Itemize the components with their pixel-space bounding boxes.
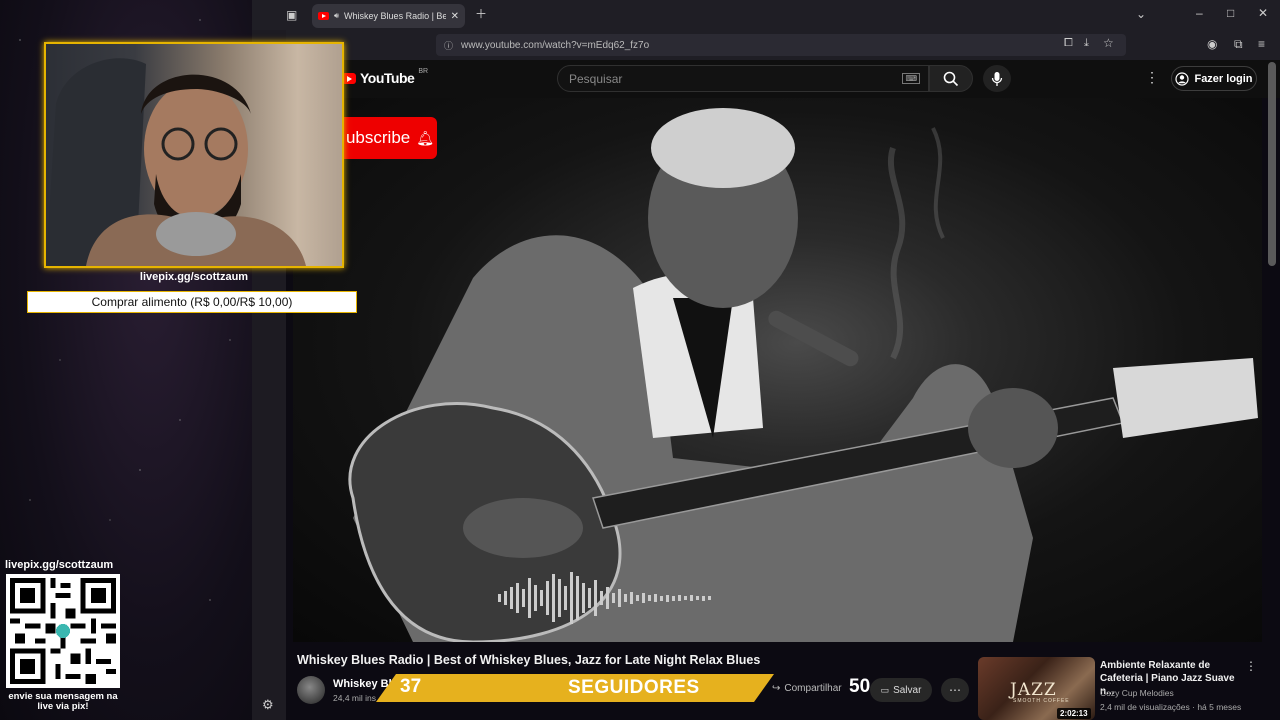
new-tab-icon[interactable]: ＋ [475,8,487,20]
save-playlist-icon: ▭ [880,684,890,695]
menu-icon[interactable]: ≡ [1258,38,1265,50]
video-frame-blues-guitarist [348,108,1258,642]
account-icon[interactable]: ◉ [1207,38,1217,50]
tab-close-icon[interactable]: ✕ [451,11,459,22]
share-arrow-icon: ↪ [772,683,781,694]
recommended-meta: 2,4 mil de visualizações · há 5 meses [1100,702,1242,712]
recommended-thumb-subtitle: SMOOTH COFFEE [1013,698,1070,704]
save-label: Salvar [893,684,922,696]
qr-message-line2: live via pix! [37,700,89,712]
recommended-thumb-title: JAZZ [1010,680,1057,700]
share-button[interactable]: ↪ Compartilhar [772,683,842,694]
bookmark-star-icon[interactable]: ☆ [1103,37,1114,49]
followers-goal: 50 [849,676,871,697]
youtube-play-logo-icon [342,72,356,84]
video-player[interactable] [293,98,1262,642]
recommended-more-icon[interactable]: ⋮ [1245,659,1257,673]
livepix-link-top: livepix.gg/scottzaum [139,271,249,283]
speaker-icon[interactable]: 🔊︎ [334,11,339,21]
keyboard-icon[interactable]: ⌨ [902,73,920,84]
followers-label: SEGUIDORES [568,677,700,698]
address-field[interactable]: ⓘ www.youtube.com/watch?v=mEdq62_fz7o ⧠ … [436,34,1126,56]
save-button[interactable]: ▭ Salvar [870,678,932,702]
minimize-window-icon[interactable]: – [1196,7,1203,19]
youtube-logo-text: YouTube [360,70,415,86]
extensions-icon[interactable]: ⧉ [1234,38,1243,50]
maximize-window-icon[interactable]: □ [1227,7,1234,19]
recommended-channel[interactable]: Cozy Cup Melodies [1100,688,1174,698]
qr-code-image [10,578,116,684]
channel-subscriber-count: 24,4 mil ins [333,693,376,703]
page-scrollbar[interactable] [1268,62,1276,266]
streamer-webcam [44,42,344,268]
search-icon [943,71,959,86]
country-code: BR [418,68,429,75]
voice-search-button[interactable] [983,65,1011,92]
browser-tab-active[interactable]: 🔊︎ Whiskey Blues Radio | Best ✕ [312,4,465,28]
search-placeholder: Pesquisar [569,71,623,86]
picture-in-picture-icon[interactable]: ⧠ [1064,38,1073,49]
settings-gear-icon[interactable]: ⚙ [262,697,274,713]
share-label: Compartilhar [784,683,842,694]
qr-message: envie sua mensagem na live via pix! [2,692,124,712]
followers-count: 37 [400,676,422,697]
bell-icon: 🔔︎ [416,129,435,146]
video-title: Whiskey Blues Radio | Best of Whiskey Bl… [297,653,761,667]
channel-avatar[interactable] [297,676,325,704]
subscribe-label: ubscribe [345,128,411,147]
audio-visualizer [498,568,1068,628]
qr-livepix-title: livepix.gg/scottzaum [5,559,114,571]
youtube-logo[interactable]: YouTube BR [342,68,429,86]
more-options-icon[interactable]: ⋮ [1145,69,1159,86]
microphone-icon [991,71,1003,86]
login-button[interactable]: Fazer login [1171,66,1257,91]
recommended-duration: 2:02:13 [1057,708,1091,719]
user-circle-icon [1175,71,1190,86]
qr-code [6,574,120,688]
close-window-icon[interactable]: ✕ [1258,7,1268,19]
buy-food-progress: Comprar alimento (R$ 0,00/R$ 10,00) [27,291,357,313]
youtube-favicon-icon [318,12,329,20]
search-button[interactable] [929,65,973,92]
search-input[interactable]: Pesquisar ⌨ [557,65,929,92]
more-horizontal-icon: ⋯ [949,683,961,697]
subscribe-overlay-button[interactable]: ubscribe 🔔︎ [343,117,437,159]
tab-overview-icon[interactable]: ▣ [286,9,297,21]
tab-title: Whiskey Blues Radio | Best [344,11,446,21]
download-icon[interactable]: ⤓ [1084,38,1089,49]
login-label: Fazer login [1194,72,1253,85]
webcam-person-figure [46,58,306,266]
tab-list-chevron-icon[interactable]: ⌄ [1136,8,1146,20]
site-info-icon[interactable]: ⓘ [444,39,453,52]
url-text: www.youtube.com/watch?v=mEdq62_fz7o [461,39,650,51]
more-actions-button[interactable]: ⋯ [941,678,969,702]
